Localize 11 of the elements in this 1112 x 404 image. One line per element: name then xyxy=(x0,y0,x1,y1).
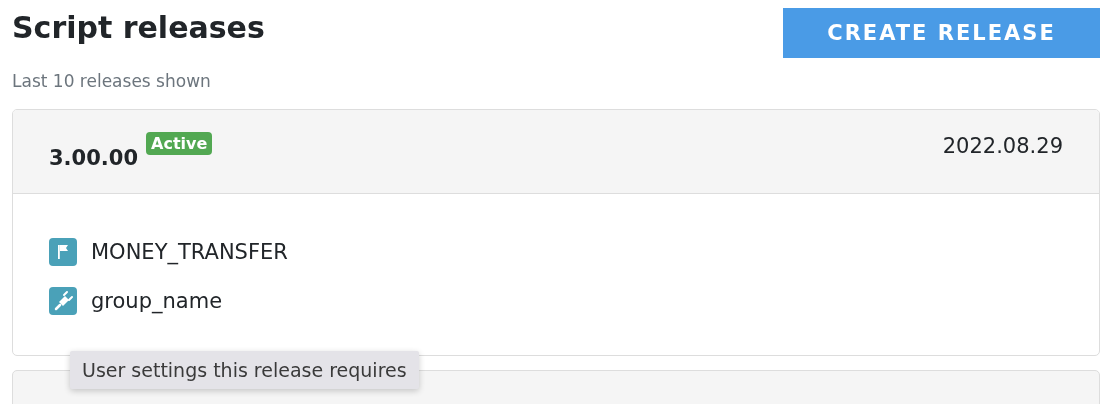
page-title: Script releases xyxy=(12,10,265,45)
releases-subtitle: Last 10 releases shown xyxy=(12,71,211,91)
release-version: 3.00.00 xyxy=(49,145,138,170)
status-badge: Active xyxy=(146,132,213,155)
plug-icon xyxy=(49,287,77,315)
create-release-button[interactable]: CREATE RELEASE xyxy=(783,8,1100,58)
setting-name: MONEY_TRANSFER xyxy=(91,240,288,264)
setting-name: group_name xyxy=(91,289,223,313)
flag-icon xyxy=(49,238,77,266)
tooltip: User settings this release requires xyxy=(70,351,419,389)
release-date: 2022.08.29 xyxy=(942,133,1063,158)
